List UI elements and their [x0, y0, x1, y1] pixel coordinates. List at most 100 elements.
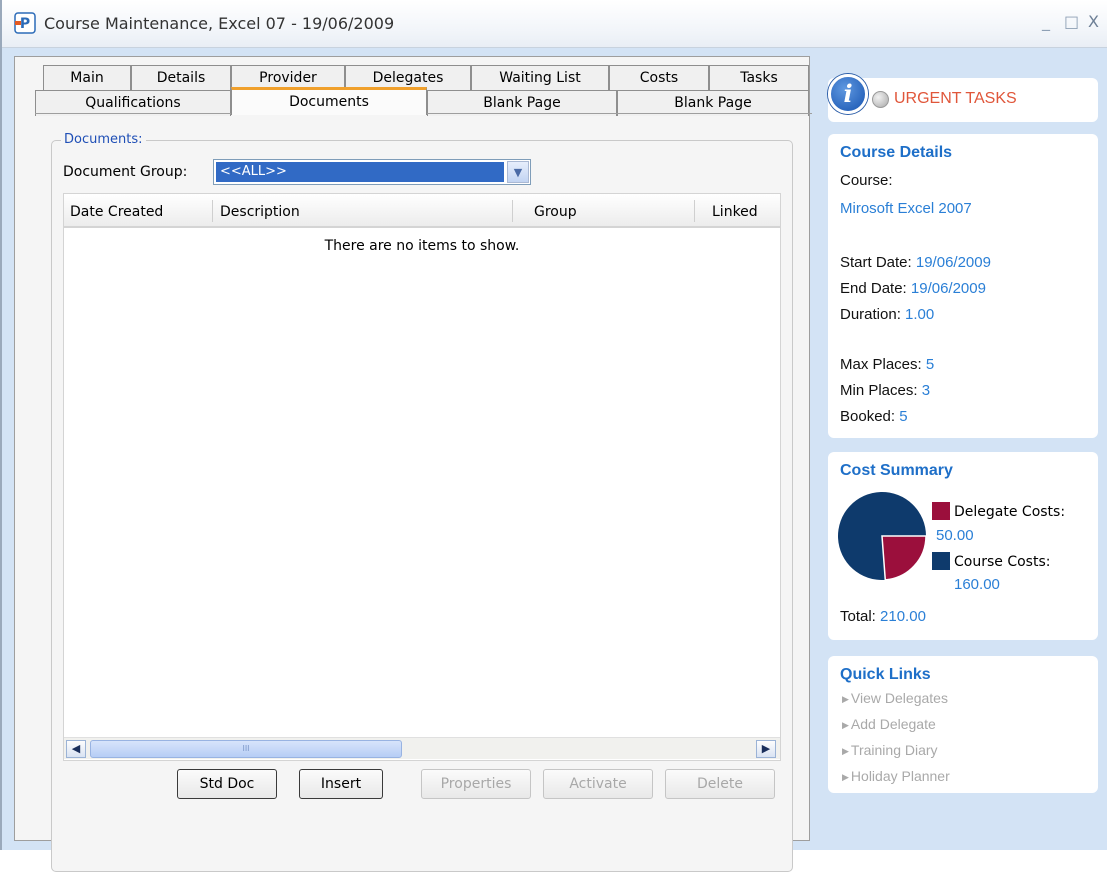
column-divider[interactable]	[512, 200, 513, 222]
course-name: Mirosoft Excel 2007	[840, 200, 972, 217]
document-group-select[interactable]: <<ALL>> ▼	[213, 159, 531, 185]
quick-link-training-diary[interactable]: ▶ Training Diary	[842, 742, 938, 758]
quick-link-label: View Delegates	[850, 690, 948, 706]
tab-details[interactable]: Details	[131, 65, 231, 91]
column-divider[interactable]	[212, 200, 213, 222]
start-date-label: Start Date:	[840, 254, 912, 271]
delete-button[interactable]: Delete	[665, 769, 775, 799]
tab-label: Blank Page	[483, 95, 561, 111]
end-date-value: 19/06/2009	[910, 280, 986, 297]
max-places-label: Max Places:	[840, 356, 922, 373]
total-label: Total:	[840, 608, 876, 625]
maximize-button[interactable]: □	[1064, 12, 1079, 31]
quick-link-label: Add Delegate	[850, 716, 936, 732]
status-indicator-icon	[872, 91, 889, 108]
activate-button[interactable]: Activate	[543, 769, 653, 799]
cost-summary-title: Cost Summary	[840, 462, 953, 479]
tab-tasks[interactable]: Tasks	[709, 65, 809, 91]
start-date-value: 19/06/2009	[915, 254, 991, 271]
pie-slice-delegate-costs	[881, 535, 927, 581]
scroll-right-icon[interactable]: ▶	[756, 740, 776, 758]
properties-button[interactable]: Properties	[421, 769, 531, 799]
course-costs-value: 160.00	[954, 576, 1000, 593]
min-places-label: Min Places:	[840, 382, 918, 399]
chevron-down-icon[interactable]: ▼	[507, 161, 529, 183]
duration-label: Duration:	[840, 306, 901, 323]
scroll-left-icon[interactable]: ◀	[66, 740, 86, 758]
horizontal-scrollbar[interactable]: ◀ III ▶	[64, 737, 780, 759]
insert-button[interactable]: Insert	[299, 769, 383, 799]
tab-label: Details	[156, 70, 206, 86]
quick-link-holiday-planner[interactable]: ▶ Holiday Planner	[842, 768, 950, 784]
main-panel: Main Details Provider Delegates Waiting …	[14, 56, 812, 872]
quick-link-label: Training Diary	[850, 742, 938, 758]
quick-link-add-delegate[interactable]: ▶ Add Delegate	[842, 716, 936, 732]
window-title: Course Maintenance, Excel 07 - 19/06/200…	[44, 14, 395, 33]
column-linked[interactable]: Linked	[712, 204, 758, 220]
caret-right-icon: ▶	[842, 720, 849, 730]
max-places-value: 5	[925, 356, 935, 373]
urgent-tasks-label[interactable]: URGENT TASKS	[894, 90, 1017, 108]
document-group-label: Document Group:	[63, 164, 188, 180]
tab-label: Waiting List	[499, 70, 581, 86]
column-description[interactable]: Description	[220, 204, 300, 220]
delegate-costs-swatch	[932, 502, 950, 520]
column-date-created[interactable]: Date Created	[70, 204, 163, 220]
urgent-tasks-card[interactable]: i URGENT TASKS	[828, 74, 1098, 122]
total-value: 210.00	[880, 608, 926, 625]
duration-value: 1.00	[905, 306, 935, 323]
list-header: Date Created Description Group Linked	[64, 194, 780, 228]
tab-main[interactable]: Main	[43, 65, 131, 91]
quick-link-view-delegates[interactable]: ▶ View Delegates	[842, 690, 948, 706]
app-logo-letter: P	[20, 16, 30, 32]
tab-documents[interactable]: Documents	[231, 87, 427, 115]
documents-group-title: Documents:	[61, 132, 146, 147]
booked-row: Booked: 5	[840, 408, 908, 425]
max-places-row: Max Places: 5	[840, 356, 934, 373]
minimize-button[interactable]: _	[1042, 12, 1050, 31]
close-button[interactable]: X	[1088, 12, 1099, 31]
tab-label: Main	[70, 70, 104, 86]
caret-right-icon: ▶	[842, 772, 849, 782]
total-row: Total: 210.00	[840, 608, 926, 625]
course-details-card: Course Details Course: Mirosoft Excel 20…	[828, 134, 1098, 438]
booked-value: 5	[899, 408, 908, 425]
column-group[interactable]: Group	[534, 204, 577, 220]
start-date-row: Start Date: 19/06/2009	[840, 254, 991, 271]
tab-label: Tasks	[740, 70, 778, 86]
course-maintenance-window: P Course Maintenance, Excel 07 - 19/06/2…	[0, 0, 1107, 872]
tab-waiting-list[interactable]: Waiting List	[471, 65, 609, 91]
tab-label: Blank Page	[674, 95, 752, 111]
caret-right-icon: ▶	[842, 746, 849, 756]
duration-row: Duration: 1.00	[840, 306, 934, 323]
quick-link-label: Holiday Planner	[850, 768, 950, 784]
course-costs-swatch	[932, 552, 950, 570]
tab-label: Documents	[289, 94, 369, 110]
tab-costs[interactable]: Costs	[609, 65, 709, 91]
info-icon: i	[828, 74, 868, 114]
min-places-value: 3	[921, 382, 931, 399]
end-date-label: End Date:	[840, 280, 907, 297]
documents-list[interactable]: Date Created Description Group Linked Th…	[63, 193, 781, 761]
scroll-thumb[interactable]: III	[90, 740, 402, 758]
tab-label: Qualifications	[85, 95, 181, 111]
title-bar: P Course Maintenance, Excel 07 - 19/06/2…	[2, 0, 1107, 48]
column-divider[interactable]	[694, 200, 695, 222]
course-label: Course:	[840, 172, 893, 189]
cost-pie-chart	[838, 492, 927, 581]
course-details-title: Course Details	[840, 144, 953, 161]
document-group-value: <<ALL>>	[216, 162, 504, 182]
tab-label: Costs	[639, 70, 679, 86]
empty-list-message: There are no items to show.	[324, 238, 520, 254]
course-costs-label: Course Costs:	[954, 554, 1051, 570]
booked-label: Booked:	[840, 408, 896, 425]
delegate-costs-value: 50.00	[936, 527, 974, 544]
min-places-row: Min Places: 3	[840, 382, 930, 399]
app-logo-icon: P	[14, 12, 36, 34]
std-doc-button[interactable]: Std Doc	[177, 769, 277, 799]
caret-right-icon: ▶	[842, 694, 849, 704]
quick-links-title: Quick Links	[840, 666, 931, 683]
tab-label: Provider	[259, 70, 317, 86]
cost-summary-card: Cost Summary Delegate Costs: 50.00 Cours…	[828, 452, 1098, 640]
delegate-costs-label: Delegate Costs:	[954, 504, 1066, 520]
